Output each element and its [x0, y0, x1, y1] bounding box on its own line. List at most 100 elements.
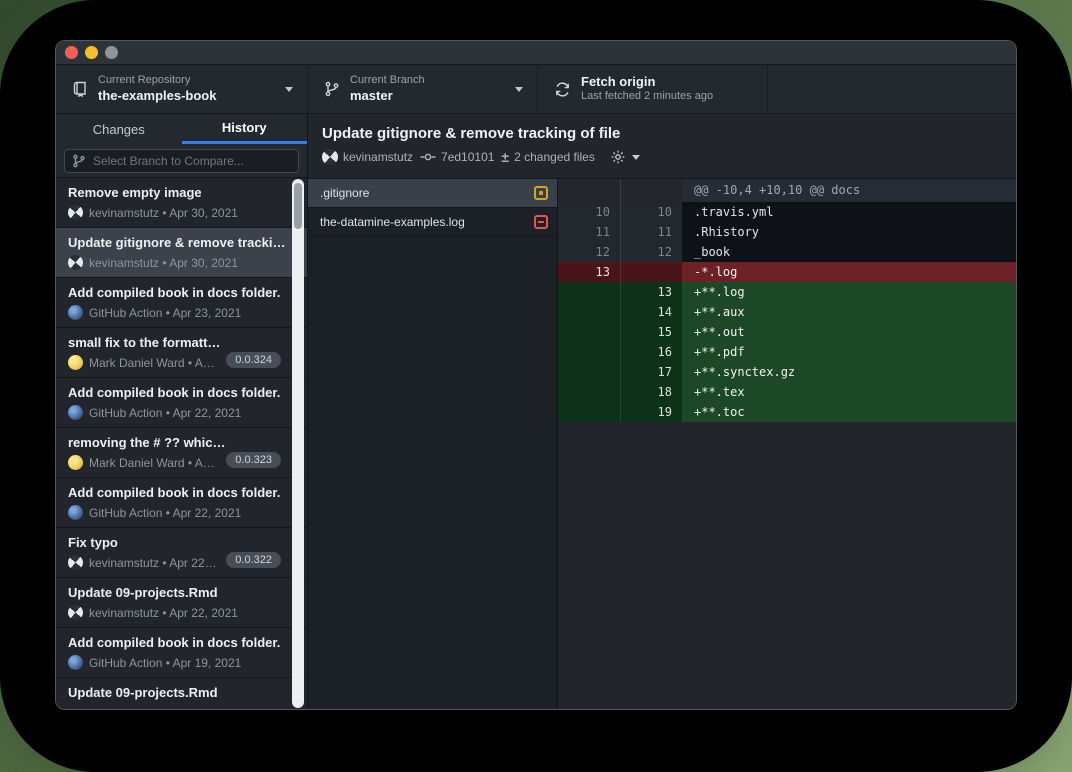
commit-item-title: Remove empty image [68, 185, 295, 200]
new-line-number: 13 [620, 282, 682, 302]
diff-options-button[interactable] [610, 149, 640, 165]
commit-list-item[interactable]: Fix typokevinamstutz • Apr 22…0.0.322 [56, 528, 307, 578]
file-list-item[interactable]: .gitignore [308, 179, 557, 208]
commit-item-author-date: GitHub Action • Apr 22, 2021 [89, 406, 241, 420]
commit-item-title: Add compiled book in docs folder. [68, 385, 295, 400]
commit-list-item[interactable]: removing the # ?? whic… Mark Daniel Ward … [56, 428, 307, 478]
commit-item-title: Fix typo [68, 535, 295, 550]
kevinamstutz-avatar [68, 555, 83, 570]
current-repository-button[interactable]: Current Repository the-examples-book [56, 65, 308, 113]
commit-item-author-date: kevinamstutz • Apr 22, 2021 [89, 606, 238, 620]
commit-item-author-date: Mark Daniel Ward • A… [89, 456, 215, 470]
commit-item-title: Add compiled book in docs folder. [68, 285, 295, 300]
commit-item-meta: kevinamstutz • Apr 30, 2021 [68, 255, 295, 270]
commit-item-author-date: GitHub Action • Apr 23, 2021 [89, 306, 241, 320]
minimize-window-button[interactable] [85, 46, 98, 59]
repo-book-icon [72, 81, 88, 97]
history-sidebar: Changes History Remove empty image kevina… [56, 114, 308, 710]
new-line-number: 19 [620, 402, 682, 422]
diff-line-context: 1010.travis.yml [558, 202, 1016, 222]
old-line-number [558, 282, 620, 302]
commit-list-item[interactable]: small fix to the formatt…Mark Daniel War… [56, 328, 307, 378]
file-list-item[interactable]: the-datamine-examples.log [308, 208, 557, 237]
version-badge: 0.0.322 [226, 552, 281, 568]
diff-line-added: 15+**.out [558, 322, 1016, 342]
close-window-button[interactable] [65, 46, 78, 59]
new-line-number: 15 [620, 322, 682, 342]
kevinamstutz-avatar [68, 255, 83, 270]
commit-list-item[interactable]: Remove empty image kevinamstutz • Apr 30,… [56, 178, 307, 228]
zoom-window-button[interactable] [105, 46, 118, 59]
select-branch-to-compare-input[interactable] [64, 149, 299, 173]
commit-list-item[interactable]: Update 09-projects.Rmd [56, 678, 307, 710]
diff-line-text: +**.aux [682, 302, 1016, 322]
commit-list-item[interactable]: Add compiled book in docs folder. GitHub … [56, 278, 307, 328]
commit-item-title: Update 09-projects.Rmd [68, 685, 295, 700]
diff-line-text: +**.tex [682, 382, 1016, 402]
commit-item-author-date: GitHub Action • Apr 19, 2021 [89, 656, 241, 670]
old-line-number [558, 402, 620, 422]
commit-detail-panel: Update gitignore & remove tracking of fi… [308, 114, 1016, 710]
github-action-avatar [68, 305, 83, 320]
macos-titlebar[interactable] [56, 41, 1016, 65]
commit-item-title: removing the # ?? whic… [68, 435, 295, 450]
old-line-number: 13 [558, 262, 620, 282]
diff-line-text: +**.synctex.gz [682, 362, 1016, 382]
sidebar-tabs: Changes History [56, 114, 307, 144]
diff-line-added: 14+**.aux [558, 302, 1016, 322]
new-line-number: 11 [620, 222, 682, 242]
current-branch-value: master [350, 88, 425, 104]
old-line-number [558, 322, 620, 342]
branch-compare-row [56, 144, 307, 178]
commit-list-item[interactable]: Update gitignore & remove tracki… kevinam… [56, 228, 307, 278]
commit-list-item[interactable]: Update 09-projects.Rmd kevinamstutz • Apr… [56, 578, 307, 628]
diff-hunk-header: @@ -10,4 +10,10 @@ docs [558, 179, 1016, 202]
diff-line-added: 18+**.tex [558, 382, 1016, 402]
commit-item-title: Add compiled book in docs folder. [68, 635, 295, 650]
changed-files-count: 2 changed files [514, 150, 595, 164]
commit-item-title: Update 09-projects.Rmd [68, 585, 295, 600]
gear-icon [610, 149, 626, 165]
commit-item-author-date: kevinamstutz • Apr 30, 2021 [89, 256, 238, 270]
chevron-down-icon [515, 87, 523, 92]
diff-line-added: 16+**.pdf [558, 342, 1016, 362]
fetch-origin-title: Fetch origin [581, 74, 713, 90]
old-line-number: 11 [558, 222, 620, 242]
commit-list-item[interactable]: Add compiled book in docs folder. GitHub … [56, 378, 307, 428]
diff-line-text: .Rhistory [682, 222, 1016, 242]
diff-line-added: 17+**.synctex.gz [558, 362, 1016, 382]
fetch-origin-button[interactable]: Fetch origin Last fetched 2 minutes ago [538, 65, 768, 113]
github-action-avatar [68, 405, 83, 420]
commit-title: Update gitignore & remove tracking of fi… [322, 125, 1002, 142]
current-branch-button[interactable]: Current Branch master [308, 65, 538, 113]
git-commit-icon [420, 151, 436, 163]
tab-history[interactable]: History [182, 114, 308, 144]
deleted-status-icon [534, 215, 548, 229]
commit-list-item[interactable]: Add compiled book in docs folder.GitHub … [56, 478, 307, 528]
author-avatar [322, 149, 338, 165]
github-desktop-window: Current Repository the-examples-book Cur… [55, 40, 1017, 710]
sync-icon [554, 81, 571, 98]
file-name: .gitignore [320, 186, 534, 200]
scrollbar-thumb[interactable] [294, 183, 302, 229]
diff-line-added: 19+**.toc [558, 402, 1016, 422]
commit-author: kevinamstutz [343, 150, 413, 164]
new-line-number: 10 [620, 202, 682, 222]
commit-list-scrollbar[interactable] [292, 179, 304, 708]
commit-item-title: Update gitignore & remove tracki… [68, 235, 295, 250]
commit-item-author-date: Mark Daniel Ward • A… [89, 356, 215, 370]
git-branch-icon [324, 81, 340, 97]
commit-item-author-date: kevinamstutz • Apr 30, 2021 [89, 206, 238, 220]
commit-list-item[interactable]: Add compiled book in docs folder. GitHub … [56, 628, 307, 678]
version-badge: 0.0.324 [226, 352, 281, 368]
tab-changes[interactable]: Changes [56, 114, 182, 144]
current-repository-label: Current Repository [98, 74, 216, 88]
github-action-avatar [68, 505, 83, 520]
new-line-number [620, 262, 682, 282]
old-line-number [558, 302, 620, 322]
chevron-down-icon [632, 155, 640, 160]
old-line-number: 10 [558, 202, 620, 222]
kevinamstutz-avatar [68, 205, 83, 220]
commit-item-meta: GitHub Action • Apr 23, 2021 [68, 305, 295, 320]
app-toolbar: Current Repository the-examples-book Cur… [56, 65, 1016, 114]
